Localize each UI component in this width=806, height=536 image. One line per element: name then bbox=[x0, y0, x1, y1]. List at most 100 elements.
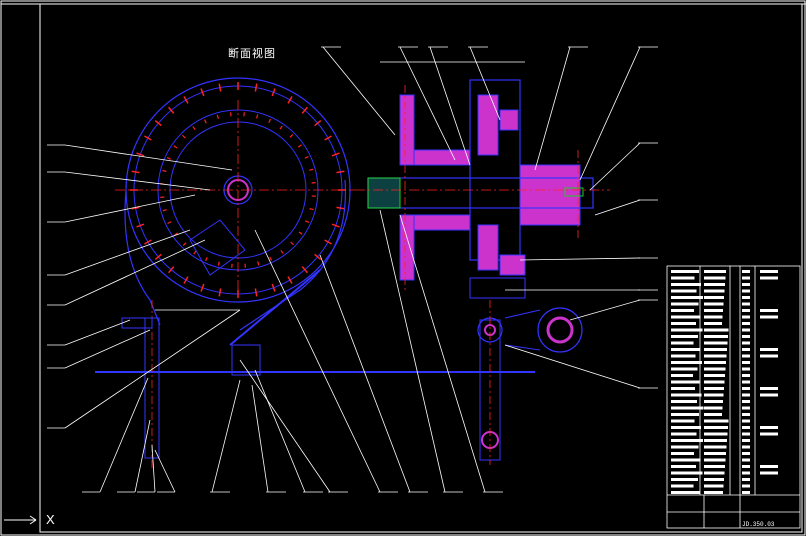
title-block-cell-text bbox=[671, 452, 694, 455]
title-block-cell-text bbox=[704, 296, 724, 299]
title-block-cell-text bbox=[671, 296, 703, 299]
title-block-cell-text bbox=[742, 302, 750, 306]
title-block-cell-text bbox=[704, 380, 725, 384]
leader-line bbox=[64, 144, 233, 171]
title-block-cell-text bbox=[704, 283, 725, 286]
title-block-cell-text bbox=[742, 315, 750, 319]
inner-tooth bbox=[269, 256, 273, 261]
title-block-cell-text bbox=[742, 432, 750, 436]
title-block-cell-text bbox=[704, 354, 727, 358]
inner-tooth bbox=[268, 118, 271, 123]
wheel-tooth bbox=[183, 96, 189, 104]
title-block-cell-text bbox=[671, 426, 701, 429]
title-block-cell-text bbox=[704, 361, 726, 364]
title-block-cell-text bbox=[704, 465, 725, 468]
inner-tooth bbox=[162, 169, 167, 172]
title-block-cell-text bbox=[671, 354, 696, 358]
title-block-cell-text bbox=[742, 452, 750, 455]
title-block-cell-text bbox=[742, 471, 750, 475]
title-block-cell-text bbox=[742, 309, 750, 312]
title-block-cell-text bbox=[742, 341, 750, 345]
title-block-cell-text bbox=[704, 426, 728, 429]
title-block-cell-text bbox=[704, 328, 729, 332]
leader-line bbox=[154, 449, 176, 493]
leader-line bbox=[64, 229, 191, 276]
inner-tooth bbox=[305, 220, 310, 223]
title-block-cell-text bbox=[671, 380, 700, 384]
title-block-cell-text bbox=[742, 484, 750, 488]
cad-drawing-canvas[interactable] bbox=[0, 0, 806, 536]
leader-line bbox=[254, 369, 306, 493]
title-block-cell-text bbox=[760, 309, 778, 312]
title-block-cell-text bbox=[742, 328, 750, 332]
title-block-cell-text bbox=[742, 439, 750, 442]
title-block-cell-text bbox=[742, 406, 750, 410]
title-block-cell-text bbox=[742, 413, 750, 416]
title-block-cell-text bbox=[742, 354, 750, 358]
title-block-cell-text bbox=[742, 361, 750, 364]
inner-tooth bbox=[182, 134, 186, 139]
title-block-cell-text bbox=[742, 322, 750, 325]
title-block-cell-text bbox=[704, 432, 728, 436]
title-block-cell-text bbox=[704, 400, 723, 403]
title-block-cell-text bbox=[704, 289, 725, 293]
title-block-cell-text bbox=[704, 387, 724, 390]
inner-tooth bbox=[166, 157, 171, 160]
wheel-tooth bbox=[254, 83, 258, 92]
inner-tooth bbox=[289, 134, 294, 138]
leader-line bbox=[504, 344, 641, 389]
title-block-cell-text bbox=[760, 426, 778, 429]
title-block-rows bbox=[671, 270, 778, 494]
title-block-cell-text bbox=[704, 445, 727, 449]
title-block-cell-text bbox=[704, 406, 723, 410]
title-block-cell-text bbox=[760, 276, 778, 280]
title-block-cell-text bbox=[671, 478, 698, 481]
title-block-cell-text bbox=[671, 270, 699, 273]
title-block-cell-text bbox=[742, 348, 750, 351]
leader-line bbox=[579, 46, 641, 181]
title-block-cell-text bbox=[742, 380, 750, 384]
title-block-cell-text bbox=[671, 361, 702, 364]
title-block-cell-text bbox=[671, 348, 700, 351]
title-block-cell-text bbox=[704, 348, 727, 351]
title-block-cell-text bbox=[671, 276, 695, 280]
title-block-cell-text bbox=[704, 270, 726, 273]
inner-tooth bbox=[216, 114, 219, 119]
title-block-cell-text bbox=[671, 491, 700, 494]
leader-line bbox=[64, 319, 131, 346]
title-block-cell-text bbox=[671, 413, 699, 416]
leader-line bbox=[64, 329, 151, 369]
title-block-cell-text bbox=[671, 439, 703, 442]
title-block-cell-text bbox=[742, 393, 750, 397]
title-block-cell-text bbox=[671, 471, 703, 475]
title-block-cell-text bbox=[742, 478, 750, 481]
title-block-cell-text bbox=[704, 309, 723, 312]
title-block-cell-text bbox=[671, 432, 697, 436]
title-block-cell-text bbox=[671, 367, 698, 371]
title-block-cell-text bbox=[704, 439, 727, 442]
wheel-tooth bbox=[324, 135, 332, 141]
wheel-tooth bbox=[218, 288, 222, 297]
inner-tooth bbox=[297, 144, 302, 148]
title-block-cell-text bbox=[671, 406, 704, 410]
inner-tooth bbox=[162, 209, 167, 212]
title-block-cell-text bbox=[742, 367, 750, 371]
left-view bbox=[115, 77, 355, 346]
title-block-cell-text bbox=[760, 270, 778, 273]
title-block-cell-text bbox=[671, 309, 694, 312]
title-block-cell-text bbox=[742, 387, 750, 390]
wheel-tooth bbox=[183, 276, 189, 284]
title-block-cell-text bbox=[704, 341, 728, 345]
inner-tooth bbox=[304, 155, 309, 159]
inner-tooth bbox=[257, 261, 260, 266]
title-block-cell-text bbox=[704, 374, 725, 377]
leader-line bbox=[319, 254, 411, 493]
title-block-cell-text bbox=[671, 341, 694, 345]
lower-linkage bbox=[95, 300, 535, 470]
title-block-cell-text bbox=[742, 289, 750, 293]
leader-line bbox=[151, 444, 156, 493]
wheel-tooth bbox=[336, 170, 345, 174]
title-block-cell-text bbox=[671, 387, 695, 390]
leader-line bbox=[534, 46, 571, 171]
title-block-cell-text bbox=[671, 445, 699, 449]
